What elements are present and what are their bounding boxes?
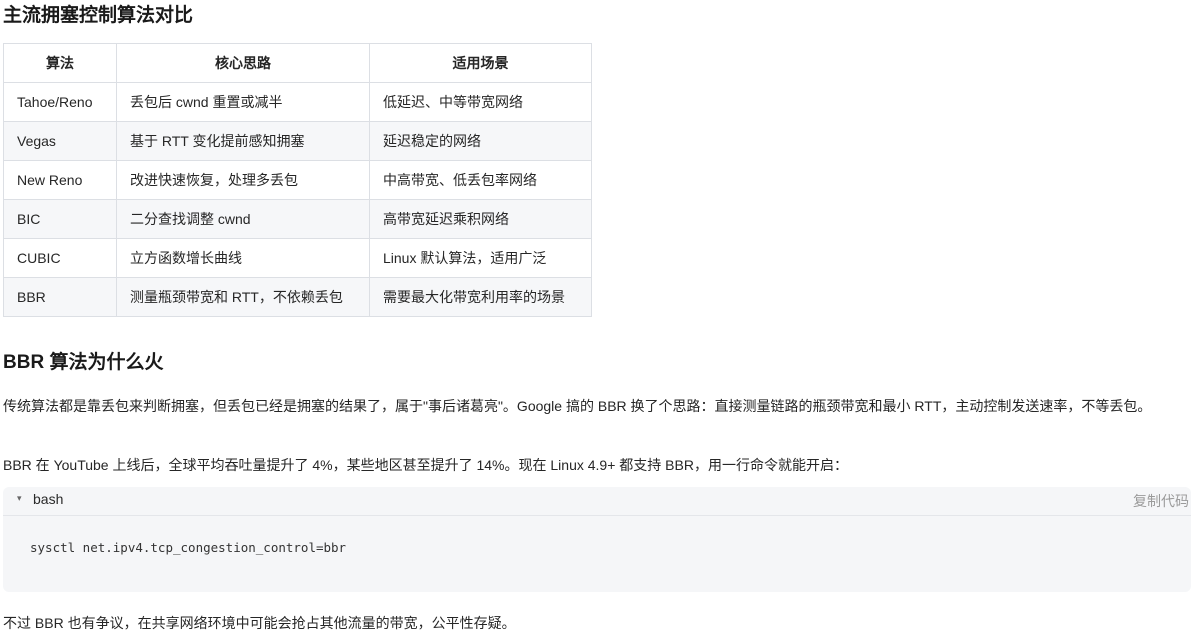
table-row: New Reno 改进快速恢复，处理多丢包 中高带宽、低丢包率网络	[3, 160, 592, 200]
section-heading-comparison: 主流拥塞控制算法对比	[3, 5, 194, 26]
table-cell: BIC	[3, 199, 117, 239]
paragraph-bbr-results: BBR 在 YouTube 上线后，全球平均吞吐量提升了 4%，某些地区甚至提升…	[3, 457, 848, 473]
table-cell: Tahoe/Reno	[3, 82, 117, 122]
table-cell: 中高带宽、低丢包率网络	[369, 160, 592, 200]
table-row: BIC 二分查找调整 cwnd 高带宽延迟乘积网络	[3, 199, 592, 239]
table-header-row: 算法 核心思路 适用场景	[3, 43, 592, 83]
table-cell: 延迟稳定的网络	[369, 121, 592, 161]
table-cell: 低延迟、中等带宽网络	[369, 82, 592, 122]
algorithm-comparison-table: 算法 核心思路 适用场景 Tahoe/Reno 丢包后 cwnd 重置或减半 低…	[3, 43, 592, 317]
column-header-scenario: 适用场景	[369, 43, 592, 83]
table-cell: New Reno	[3, 160, 117, 200]
copy-code-button[interactable]: 复制代码	[1133, 491, 1189, 511]
table-cell: CUBIC	[3, 238, 117, 278]
section-heading-bbr: BBR 算法为什么火	[3, 352, 164, 373]
column-header-core-idea: 核心思路	[116, 43, 370, 83]
code-block-header: ▾ bash 复制代码	[3, 487, 1191, 516]
code-language-label: bash	[33, 491, 64, 507]
paragraph-bbr-controversy: 不过 BBR 也有争议，在共享网络环境中可能会抢占其他流量的带宽，公平性存疑。	[3, 615, 516, 631]
table-cell: Vegas	[3, 121, 117, 161]
table-cell: 丢包后 cwnd 重置或减半	[116, 82, 370, 122]
code-content: sysctl net.ipv4.tcp_congestion_control=b…	[30, 540, 347, 555]
code-block: ▾ bash 复制代码 sysctl net.ipv4.tcp_congesti…	[3, 487, 1191, 592]
table-row: BBR 测量瓶颈带宽和 RTT，不依赖丢包 需要最大化带宽利用率的场景	[3, 277, 592, 317]
table-cell: 高带宽延迟乘积网络	[369, 199, 592, 239]
table-row: CUBIC 立方函数增长曲线 Linux 默认算法，适用广泛	[3, 238, 592, 278]
table-cell: 测量瓶颈带宽和 RTT，不依赖丢包	[116, 277, 370, 317]
collapse-caret-icon[interactable]: ▾	[17, 493, 22, 504]
table-cell: 改进快速恢复，处理多丢包	[116, 160, 370, 200]
table-cell: 基于 RTT 变化提前感知拥塞	[116, 121, 370, 161]
table-cell: 立方函数增长曲线	[116, 238, 370, 278]
table-cell: 需要最大化带宽利用率的场景	[369, 277, 592, 317]
table-row: Tahoe/Reno 丢包后 cwnd 重置或减半 低延迟、中等带宽网络	[3, 82, 592, 122]
table-cell: 二分查找调整 cwnd	[116, 199, 370, 239]
column-header-algorithm: 算法	[3, 43, 117, 83]
table-cell: Linux 默认算法，适用广泛	[369, 238, 592, 278]
table-cell: BBR	[3, 277, 117, 317]
table-row: Vegas 基于 RTT 变化提前感知拥塞 延迟稳定的网络	[3, 121, 592, 161]
paragraph-bbr-intro: 传统算法都是靠丢包来判断拥塞，但丢包已经是拥塞的结果了，属于"事后诸葛亮"。Go…	[3, 398, 1152, 414]
